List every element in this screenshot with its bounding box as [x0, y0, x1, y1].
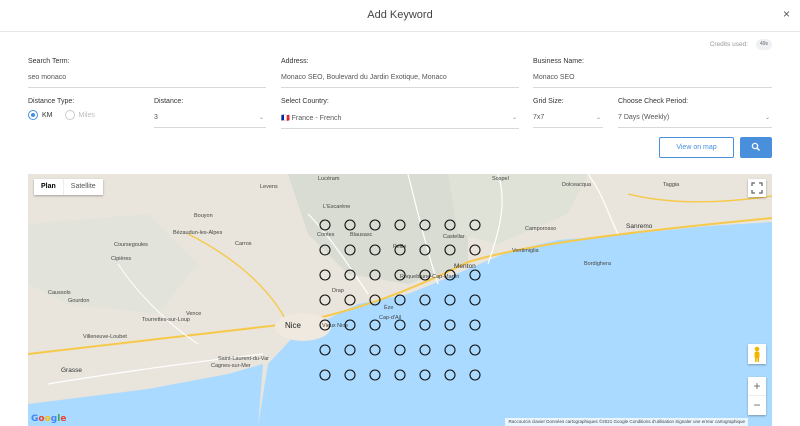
chevron-down-icon: ⌄ [595, 115, 601, 121]
grid-point [344, 344, 356, 356]
chevron-down-icon: ⌄ [511, 115, 517, 121]
grid-point [319, 344, 331, 356]
grid-point [394, 369, 406, 381]
country-label: Select Country: [281, 98, 329, 105]
grid-point [444, 319, 456, 331]
country-select[interactable]: 🇫🇷 France - French ⌄ [281, 114, 519, 129]
grid-point [319, 219, 331, 231]
search-term-label: Search Term: [28, 58, 70, 65]
distance-select[interactable]: 3 ⌄ [154, 114, 266, 128]
grid-point [444, 369, 456, 381]
grid-point [319, 244, 331, 256]
grid-point [319, 369, 331, 381]
search-term-input[interactable]: seo monaco [28, 74, 266, 88]
grid-size-select[interactable]: 7x7 ⌄ [533, 114, 603, 128]
modal-title: Add Keyword [367, 9, 433, 21]
grid-point [369, 219, 381, 231]
grid-point [369, 369, 381, 381]
address-input[interactable]: Monaco SEO, Boulevard du Jardin Exotique… [281, 74, 519, 88]
distance-field: Distance: 3 ⌄ [154, 98, 266, 128]
view-on-map-button[interactable]: View on map [659, 137, 734, 158]
check-period-value: 7 Days (Weekly) [618, 114, 670, 121]
km-radio[interactable] [28, 110, 38, 120]
grid-point [369, 294, 381, 306]
grid-point [444, 344, 456, 356]
address-field: Address: Monaco SEO, Boulevard du Jardin… [281, 58, 519, 88]
grid-size-label: Grid Size: [533, 98, 564, 105]
grid-point [469, 219, 481, 231]
search-term-field: Search Term: seo monaco [28, 58, 266, 88]
grid-point [444, 219, 456, 231]
business-name-field: Business Name: Monaco SEO [533, 58, 772, 88]
grid-point [444, 294, 456, 306]
grid-point [419, 244, 431, 256]
grid-point [444, 269, 456, 281]
grid-point [419, 219, 431, 231]
credits-label: Credits used: [709, 41, 748, 48]
km-radio-label[interactable]: KM [42, 112, 53, 119]
grid-size-value: 7x7 [533, 114, 545, 121]
chevron-down-icon: ⌄ [258, 115, 264, 121]
business-name-label: Business Name: [533, 58, 584, 65]
grid-overlay [319, 219, 481, 381]
grid-point [469, 369, 481, 381]
grid-point [469, 319, 481, 331]
grid-point [344, 319, 356, 331]
distance-type-label: Distance Type: [28, 98, 75, 105]
check-period-select[interactable]: 7 Days (Weekly) ⌄ [618, 114, 772, 128]
close-icon[interactable]: × [783, 7, 790, 21]
map[interactable]: Nice Menton Sanremo Grasse Cagnes-sur-Me… [28, 174, 772, 426]
grid-point [319, 269, 331, 281]
grid-point [394, 344, 406, 356]
address-label: Address: [281, 58, 309, 65]
grid-point [419, 319, 431, 331]
grid-point [469, 244, 481, 256]
check-period-field: Choose Check Period: 7 Days (Weekly) ⌄ [618, 98, 772, 128]
grid-point [344, 269, 356, 281]
search-button[interactable] [740, 137, 772, 158]
miles-radio-label[interactable]: Miles [79, 112, 95, 119]
grid-point [419, 294, 431, 306]
grid-point [469, 344, 481, 356]
search-icon [751, 142, 760, 151]
grid-point [369, 244, 381, 256]
credits-badge: 49s [756, 39, 772, 50]
grid-point [394, 219, 406, 231]
grid-point [344, 244, 356, 256]
grid-point [419, 344, 431, 356]
grid-point [319, 294, 331, 306]
grid-point [369, 319, 381, 331]
check-period-label: Choose Check Period: [618, 98, 689, 105]
miles-radio[interactable] [64, 110, 75, 120]
grid-point [344, 294, 356, 306]
grid-point [369, 269, 381, 281]
grid-point [394, 294, 406, 306]
country-field: Select Country: 🇫🇷 France - French ⌄ [281, 98, 519, 129]
grid-size-field: Grid Size: 7x7 ⌄ [533, 98, 603, 128]
grid-point [344, 369, 356, 381]
modal-header: Add Keyword × [0, 0, 800, 32]
grid-point [369, 344, 381, 356]
grid-point [394, 269, 406, 281]
distance-label: Distance: [154, 98, 184, 105]
grid-point [394, 244, 406, 256]
grid-point [319, 319, 331, 331]
business-name-input[interactable]: Monaco SEO [533, 74, 772, 88]
distance-value: 3 [154, 114, 158, 121]
grid-point [344, 219, 356, 231]
chevron-down-icon: ⌄ [764, 115, 770, 121]
grid-point [394, 319, 406, 331]
distance-type-field: Distance Type: KM Miles [28, 98, 138, 120]
grid-point [419, 269, 431, 281]
country-value: 🇫🇷 France - French [281, 115, 342, 122]
grid-point [419, 369, 431, 381]
grid-point [469, 294, 481, 306]
grid-point [469, 269, 481, 281]
grid-point [444, 244, 456, 256]
